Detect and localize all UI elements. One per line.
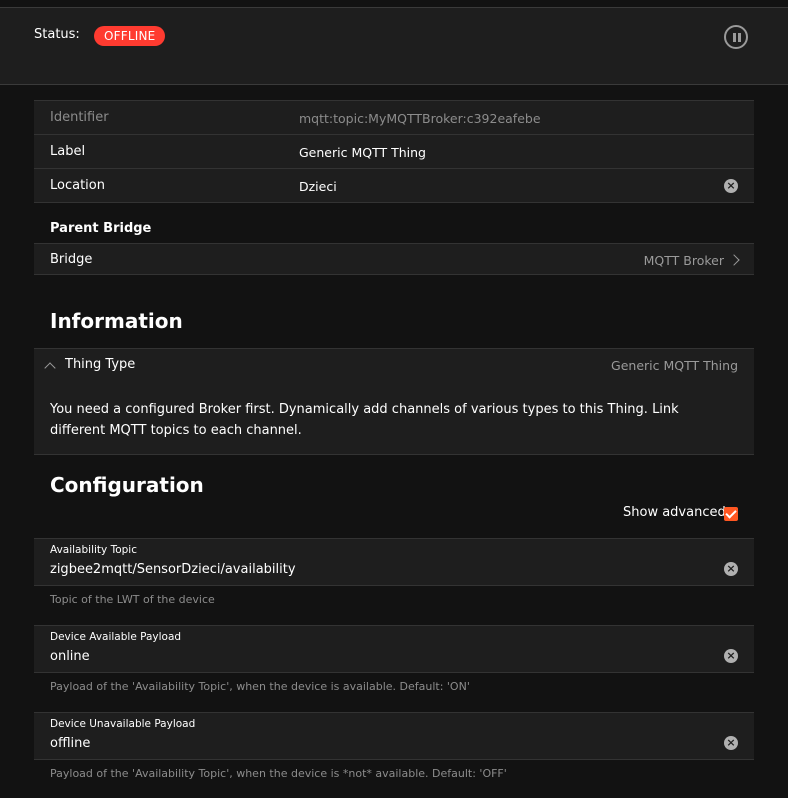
- identifier-label: Identifier: [50, 110, 109, 125]
- bridge-row[interactable]: Bridge MQTT Broker: [34, 244, 754, 274]
- identifier-row: Identifier mqtt:topic:MyMQTTBroker:c392e…: [34, 101, 754, 135]
- identifier-value: mqtt:topic:MyMQTTBroker:c392eafebe: [299, 111, 541, 126]
- show-advanced-checkbox[interactable]: [724, 507, 738, 521]
- device-available-payload-input[interactable]: online: [50, 649, 90, 664]
- device-unavailable-payload-input[interactable]: offline: [50, 736, 90, 751]
- chevron-right-icon: [728, 254, 740, 266]
- bridge-list: Bridge MQTT Broker: [34, 243, 754, 275]
- field-label: Device Available Payload: [50, 631, 182, 643]
- status-label: Status:: [34, 27, 80, 42]
- field-label: Availability Topic: [50, 544, 137, 556]
- configuration-title: Configuration: [50, 473, 204, 497]
- location-row[interactable]: Location Dzieci ×: [34, 169, 754, 202]
- status-badge: OFFLINE: [94, 26, 166, 46]
- clear-icon[interactable]: ×: [724, 736, 738, 750]
- thing-type-description: You need a configured Broker first. Dyna…: [50, 402, 679, 438]
- clear-icon[interactable]: ×: [724, 179, 738, 193]
- clear-icon[interactable]: ×: [724, 649, 738, 663]
- field-info: Payload of the 'Availability Topic', whe…: [50, 767, 507, 780]
- label-row[interactable]: Label Generic MQTT Thing: [34, 135, 754, 169]
- availability-topic-field[interactable]: Availability Topic zigbee2mqtt/SensorDzi…: [34, 538, 754, 586]
- show-advanced-label: Show advanced: [623, 505, 726, 520]
- availability-topic-input[interactable]: zigbee2mqtt/SensorDzieci/availability: [50, 562, 296, 577]
- bridge-value: MQTT Broker: [643, 253, 724, 268]
- field-info: Payload of the 'Availability Topic', whe…: [50, 680, 470, 693]
- thing-type-accordion[interactable]: Thing Type Generic MQTT Thing You need a…: [34, 348, 754, 455]
- label-input[interactable]: Generic MQTT Thing: [299, 145, 426, 160]
- status-card: Status: OFFLINE: [0, 8, 788, 85]
- field-label: Device Unavailable Payload: [50, 718, 196, 730]
- device-unavailable-payload-field[interactable]: Device Unavailable Payload offline ×: [34, 712, 754, 760]
- thing-type-label: Thing Type: [65, 357, 136, 372]
- device-available-payload-field[interactable]: Device Available Payload online ×: [34, 625, 754, 673]
- properties-list: Identifier mqtt:topic:MyMQTTBroker:c392e…: [34, 100, 754, 203]
- field-info: Topic of the LWT of the device: [50, 593, 215, 606]
- information-title: Information: [50, 309, 183, 333]
- location-input[interactable]: Dzieci: [299, 179, 337, 194]
- clear-icon[interactable]: ×: [724, 562, 738, 576]
- parent-bridge-title: Parent Bridge: [50, 221, 152, 236]
- label-label: Label: [50, 144, 86, 159]
- location-label: Location: [50, 178, 105, 193]
- pause-circle-icon[interactable]: [724, 25, 748, 49]
- chevron-up-icon: [44, 362, 56, 374]
- bridge-label: Bridge: [50, 252, 93, 267]
- thing-type-value: Generic MQTT Thing: [611, 358, 738, 373]
